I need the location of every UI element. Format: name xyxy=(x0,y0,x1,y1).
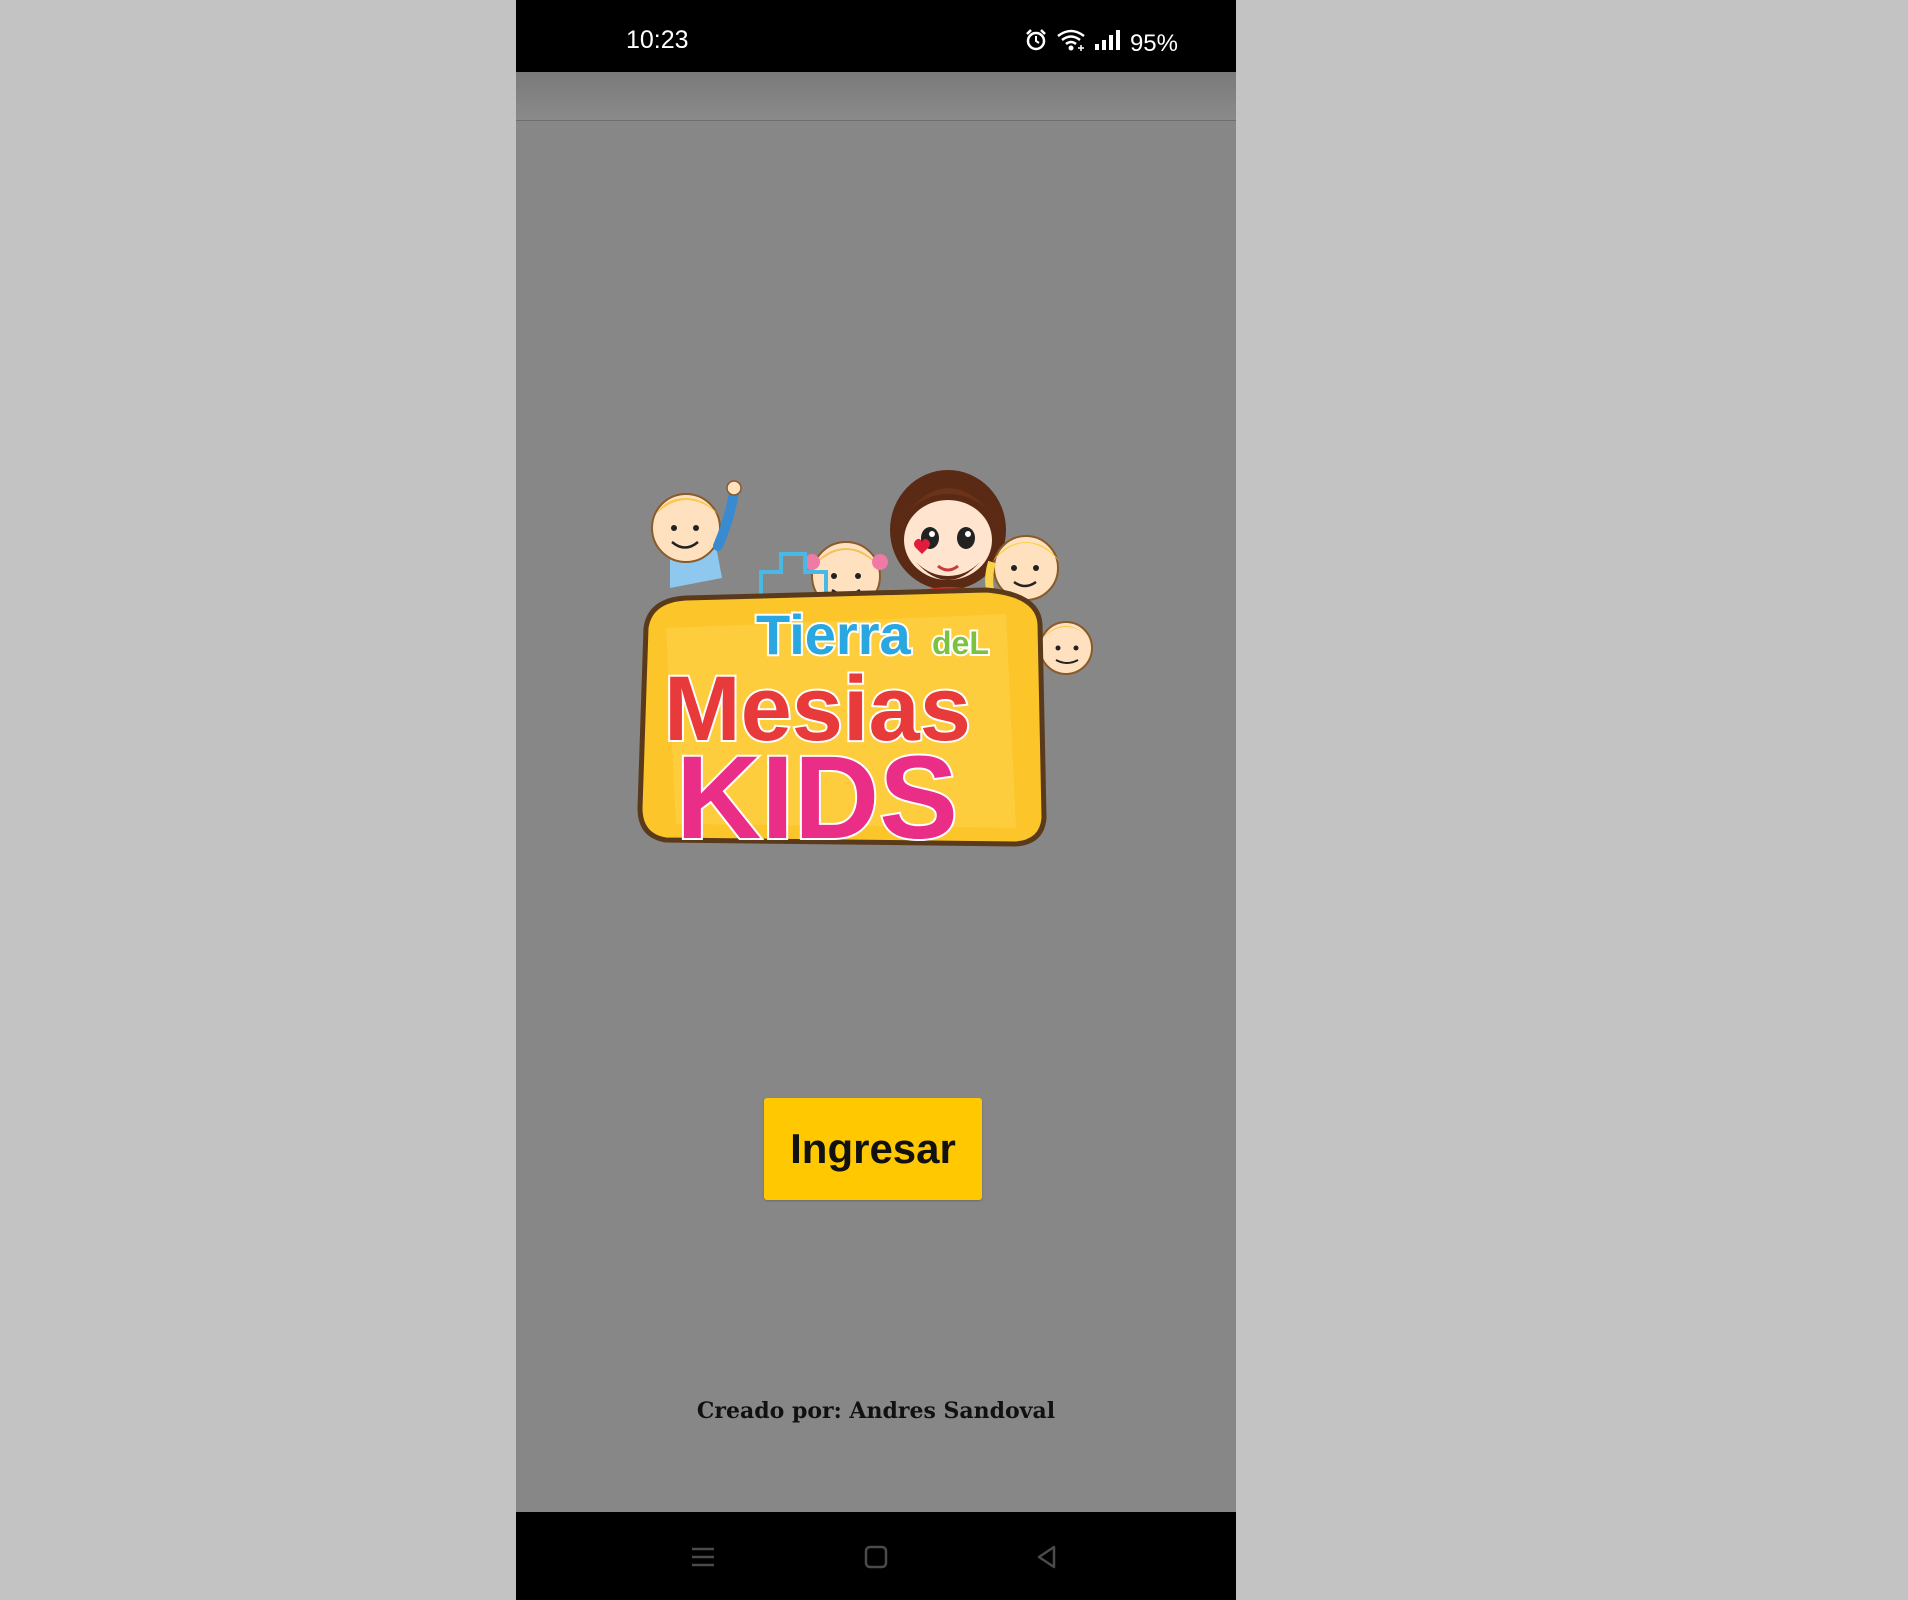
battery-percent: 95% xyxy=(1129,29,1178,57)
status-time: 10:23 xyxy=(626,26,689,54)
signal-icon xyxy=(1094,29,1122,58)
logo-text-del: deL xyxy=(932,625,989,661)
phone-screen: 10:23 95% Tierra deL Mesias KIDS Ingresa… xyxy=(516,0,1236,1600)
wifi-icon xyxy=(1056,28,1086,59)
status-icons: 95% xyxy=(1024,28,1178,59)
credit-text: Creado por: Andres Sandoval xyxy=(696,1398,1056,1424)
status-bar: 10:23 95% xyxy=(516,0,1236,72)
boy-left-illustration xyxy=(651,480,742,588)
enter-button[interactable]: Ingresar xyxy=(764,1098,982,1200)
logo-text-tierra: Tierra xyxy=(756,603,911,666)
menu-icon[interactable] xyxy=(686,1540,720,1574)
alarm-icon xyxy=(1024,28,1048,59)
logo-text-kids: KIDS xyxy=(676,732,958,858)
back-icon[interactable] xyxy=(1030,1540,1064,1574)
boy-right-illustration xyxy=(1039,621,1093,675)
home-icon[interactable] xyxy=(859,1540,893,1574)
app-bar xyxy=(516,72,1236,121)
navigation-bar xyxy=(516,1512,1236,1600)
app-logo: Tierra deL Mesias KIDS xyxy=(626,458,1108,866)
